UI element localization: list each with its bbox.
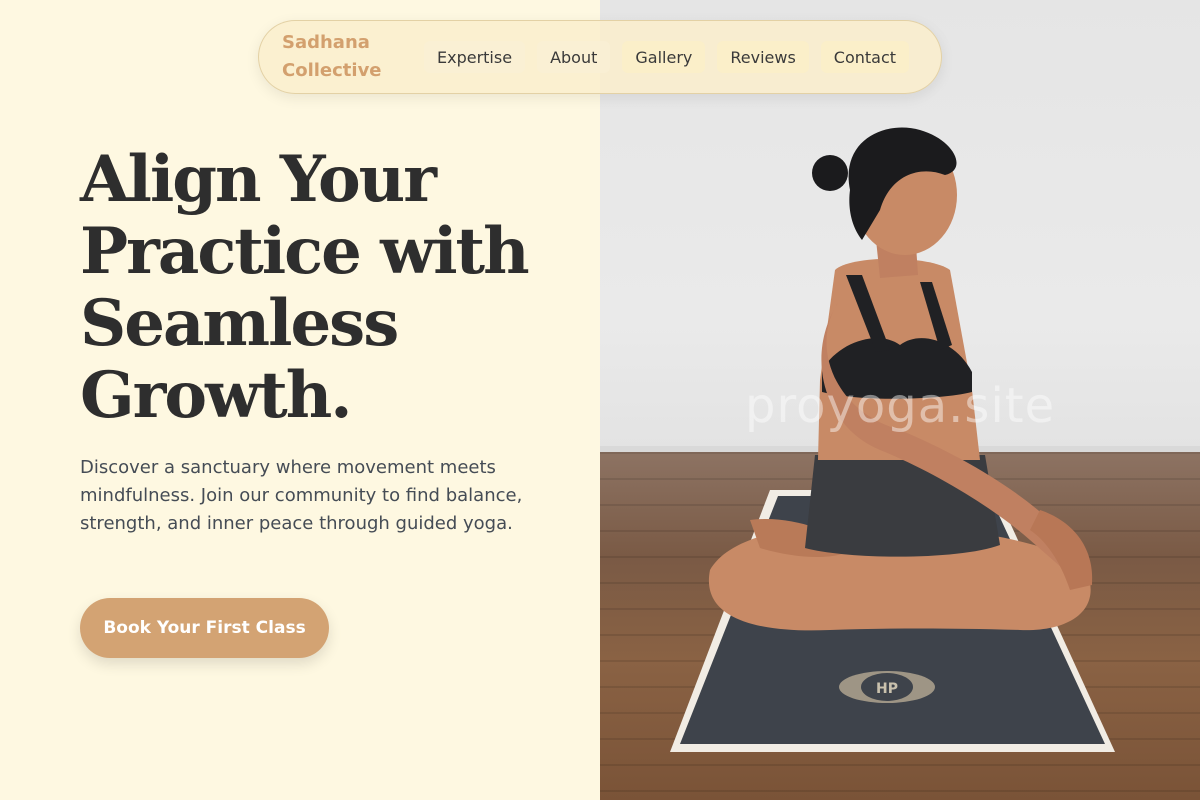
brand-line-2: Collective — [282, 60, 382, 81]
watermark-text: proyoga.site — [745, 378, 1056, 434]
brand-line-1: Sadhana — [282, 32, 370, 53]
top-navigation: Sadhana Collective Expertise About Galle… — [258, 20, 942, 94]
hero-title-line-3: Seamless — [80, 286, 399, 361]
hero-title: Align Your Practice with Seamless Growth… — [80, 144, 560, 432]
nav-link-about[interactable]: About — [537, 41, 611, 73]
hero-description: Discover a sanctuary where movement meet… — [80, 457, 523, 534]
book-first-class-button[interactable]: Book Your First Class — [80, 598, 329, 658]
hero-title-line-1: Align Your — [80, 142, 437, 217]
hero-photo: HP proyoga.site — [600, 0, 1200, 800]
nav-link-reviews[interactable]: Reviews — [717, 41, 809, 73]
nav-link-expertise[interactable]: Expertise — [424, 41, 526, 73]
nav-link-contact[interactable]: Contact — [820, 41, 910, 73]
svg-text:HP: HP — [876, 681, 898, 697]
nav-links: Expertise About Gallery Reviews Contact — [424, 41, 910, 73]
brand-logo[interactable]: Sadhana Collective — [282, 29, 416, 85]
hero-title-line-4: Growth. — [80, 358, 353, 433]
hero-title-line-2: Practice with — [80, 214, 530, 289]
nav-link-gallery[interactable]: Gallery — [622, 41, 706, 73]
